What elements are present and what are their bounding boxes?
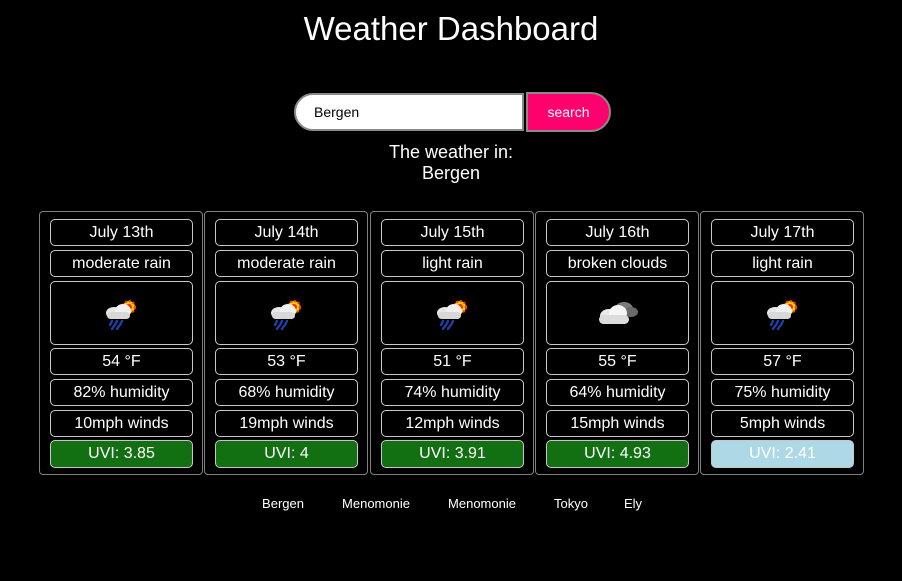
- uvi-badge: UVI: 4.93: [546, 440, 689, 468]
- forecast-humidity: 64% humidity: [546, 379, 689, 406]
- uvi-badge: UVI: 4: [215, 440, 358, 468]
- forecast-card: July 17th light rain 57 °F 75% humidity …: [700, 211, 864, 475]
- forecast-description: broken clouds: [546, 250, 689, 277]
- history-city-button[interactable]: Menomonie: [342, 495, 410, 513]
- forecast-date: July 17th: [711, 219, 854, 246]
- forecast-icon-box: [50, 281, 193, 345]
- forecast-humidity: 75% humidity: [711, 379, 854, 406]
- forecast-description: moderate rain: [50, 250, 193, 277]
- location-city: Bergen: [421, 163, 481, 183]
- forecast-description: light rain: [711, 250, 854, 277]
- weather-dashboard: Weather Dashboard search The weather in:…: [0, 0, 902, 581]
- forecast-card: July 13th moderate rain 54 °F 82% humidi…: [39, 211, 203, 475]
- rain-cloud-sun-icon: [270, 299, 301, 330]
- forecast-wind: 19mph winds: [215, 410, 358, 437]
- forecast-temperature: 55 °F: [546, 348, 689, 375]
- forecast-date: July 15th: [381, 219, 524, 246]
- five-day-forecast: July 13th moderate rain 54 °F 82% humidi…: [39, 211, 865, 475]
- forecast-humidity: 74% humidity: [381, 379, 524, 406]
- forecast-description: light rain: [381, 250, 524, 277]
- forecast-card: July 15th light rain 51 °F 74% humidity …: [370, 211, 534, 475]
- forecast-wind: 5mph winds: [711, 410, 854, 437]
- forecast-humidity: 82% humidity: [50, 379, 193, 406]
- forecast-icon-box: [381, 281, 524, 345]
- forecast-icon-box: [711, 281, 854, 345]
- forecast-temperature: 51 °F: [381, 348, 524, 375]
- forecast-wind: 10mph winds: [50, 410, 193, 437]
- forecast-wind: 15mph winds: [546, 410, 689, 437]
- forecast-description: moderate rain: [215, 250, 358, 277]
- forecast-icon-box: [546, 281, 689, 345]
- forecast-card: July 16th broken clouds 55 °F 64% humidi…: [535, 211, 699, 475]
- history-city-button[interactable]: Tokyo: [554, 495, 588, 513]
- uvi-badge: UVI: 2.41: [711, 440, 854, 468]
- uvi-badge: UVI: 3.91: [381, 440, 524, 468]
- forecast-date: July 13th: [50, 219, 193, 246]
- history-city-button[interactable]: Ely: [624, 495, 642, 513]
- forecast-date: July 16th: [546, 219, 689, 246]
- rain-cloud-sun-icon: [105, 299, 136, 330]
- rain-cloud-sun-icon: [766, 299, 797, 330]
- location-heading: The weather in:: [388, 142, 514, 162]
- city-search-input[interactable]: [294, 93, 524, 131]
- current-location: The weather in: Bergen: [0, 142, 902, 184]
- forecast-icon-box: [215, 281, 358, 345]
- page-title: Weather Dashboard: [303, 10, 599, 47]
- search-button[interactable]: search: [526, 92, 611, 132]
- forecast-temperature: 53 °F: [215, 348, 358, 375]
- forecast-humidity: 68% humidity: [215, 379, 358, 406]
- forecast-card: July 14th moderate rain 53 °F 68% humidi…: [204, 211, 368, 475]
- rain-cloud-sun-icon: [436, 299, 467, 330]
- forecast-wind: 12mph winds: [381, 410, 524, 437]
- forecast-temperature: 57 °F: [711, 348, 854, 375]
- broken-clouds-icon: [598, 302, 638, 324]
- forecast-temperature: 54 °F: [50, 348, 193, 375]
- history-city-button[interactable]: Menomonie: [448, 495, 516, 513]
- history-city-button[interactable]: Bergen: [262, 495, 304, 513]
- uvi-badge: UVI: 3.85: [50, 440, 193, 468]
- forecast-date: July 14th: [215, 219, 358, 246]
